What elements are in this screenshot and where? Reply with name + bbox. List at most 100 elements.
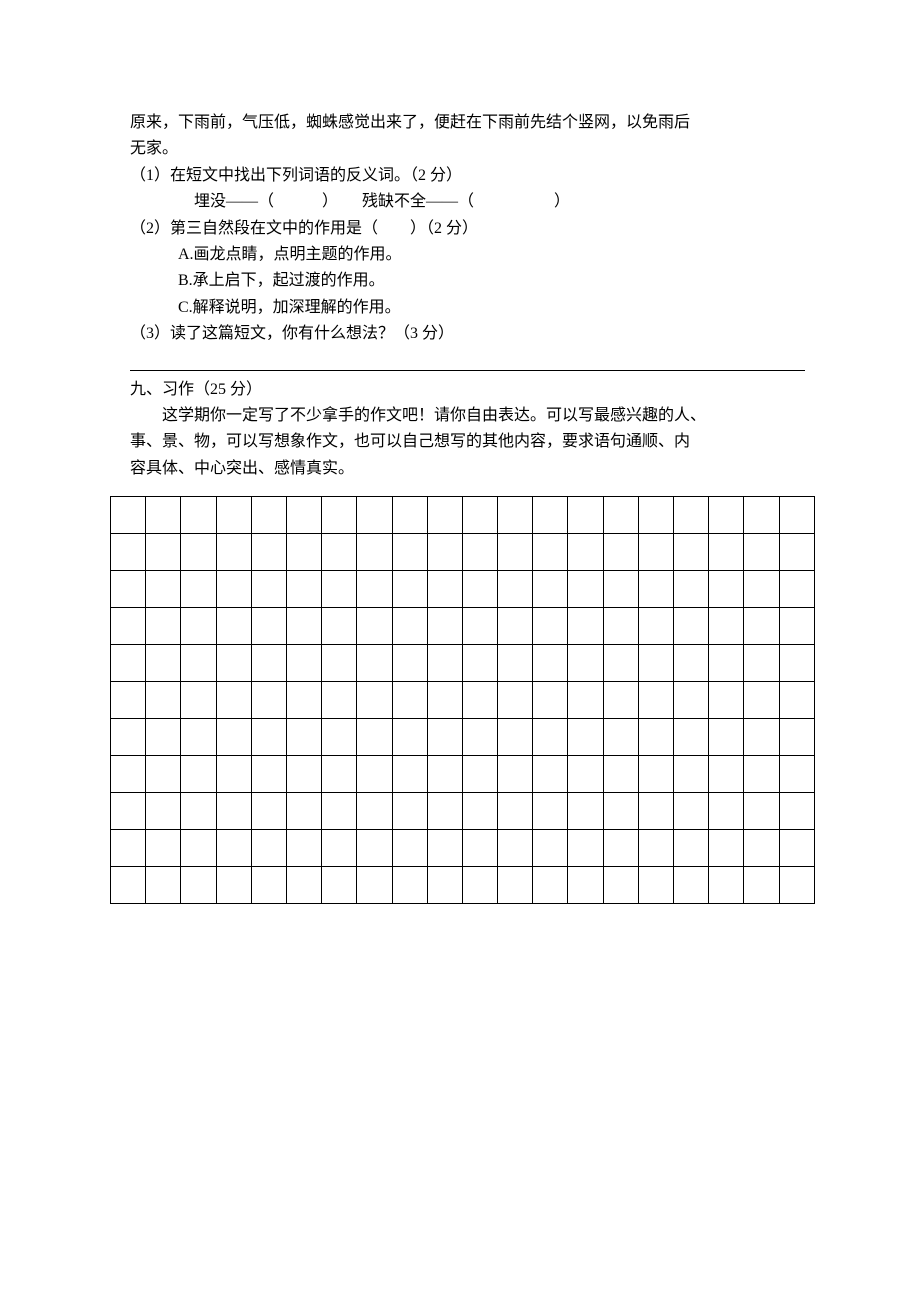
grid-cell[interactable] <box>462 830 497 867</box>
grid-cell[interactable] <box>392 830 427 867</box>
grid-cell[interactable] <box>709 719 744 756</box>
grid-cell[interactable] <box>533 682 568 719</box>
grid-cell[interactable] <box>674 608 709 645</box>
grid-cell[interactable] <box>181 571 216 608</box>
grid-cell[interactable] <box>709 793 744 830</box>
grid-cell[interactable] <box>744 793 779 830</box>
grid-cell[interactable] <box>462 645 497 682</box>
grid-cell[interactable] <box>427 793 462 830</box>
grid-cell[interactable] <box>357 756 392 793</box>
grid-cell[interactable] <box>251 719 286 756</box>
grid-cell[interactable] <box>392 682 427 719</box>
grid-cell[interactable] <box>111 571 146 608</box>
grid-cell[interactable] <box>392 756 427 793</box>
grid-cell[interactable] <box>251 534 286 571</box>
grid-cell[interactable] <box>251 497 286 534</box>
grid-cell[interactable] <box>603 497 638 534</box>
grid-cell[interactable] <box>181 682 216 719</box>
grid-cell[interactable] <box>251 830 286 867</box>
grid-cell[interactable] <box>779 719 814 756</box>
grid-cell[interactable] <box>322 719 357 756</box>
grid-cell[interactable] <box>111 645 146 682</box>
grid-cell[interactable] <box>568 719 603 756</box>
grid-cell[interactable] <box>674 830 709 867</box>
grid-cell[interactable] <box>286 719 321 756</box>
grid-cell[interactable] <box>779 867 814 904</box>
grid-cell[interactable] <box>216 645 251 682</box>
grid-cell[interactable] <box>286 756 321 793</box>
grid-cell[interactable] <box>779 571 814 608</box>
grid-cell[interactable] <box>638 682 673 719</box>
grid-cell[interactable] <box>603 756 638 793</box>
grid-cell[interactable] <box>744 867 779 904</box>
grid-cell[interactable] <box>638 867 673 904</box>
grid-cell[interactable] <box>603 534 638 571</box>
grid-cell[interactable] <box>357 497 392 534</box>
grid-cell[interactable] <box>568 793 603 830</box>
grid-cell[interactable] <box>427 756 462 793</box>
grid-cell[interactable] <box>357 719 392 756</box>
grid-cell[interactable] <box>779 793 814 830</box>
grid-cell[interactable] <box>709 867 744 904</box>
grid-cell[interactable] <box>603 682 638 719</box>
grid-cell[interactable] <box>392 719 427 756</box>
grid-cell[interactable] <box>392 571 427 608</box>
grid-cell[interactable] <box>286 497 321 534</box>
grid-cell[interactable] <box>533 645 568 682</box>
grid-cell[interactable] <box>427 497 462 534</box>
grid-cell[interactable] <box>498 793 533 830</box>
grid-cell[interactable] <box>216 497 251 534</box>
grid-cell[interactable] <box>498 719 533 756</box>
grid-cell[interactable] <box>216 571 251 608</box>
grid-cell[interactable] <box>638 608 673 645</box>
writing-grid[interactable] <box>110 496 815 904</box>
grid-cell[interactable] <box>744 571 779 608</box>
question-2-option-c[interactable]: C.解释说明，加深理解的作用。 <box>130 295 805 321</box>
grid-cell[interactable] <box>392 497 427 534</box>
grid-cell[interactable] <box>498 645 533 682</box>
grid-cell[interactable] <box>181 793 216 830</box>
question-2-option-a[interactable]: A.画龙点睛，点明主题的作用。 <box>130 242 805 268</box>
grid-cell[interactable] <box>357 682 392 719</box>
grid-cell[interactable] <box>146 719 181 756</box>
grid-cell[interactable] <box>357 867 392 904</box>
grid-cell[interactable] <box>181 830 216 867</box>
grid-cell[interactable] <box>744 682 779 719</box>
grid-cell[interactable] <box>568 682 603 719</box>
grid-cell[interactable] <box>322 830 357 867</box>
grid-cell[interactable] <box>146 571 181 608</box>
grid-cell[interactable] <box>568 571 603 608</box>
grid-cell[interactable] <box>251 756 286 793</box>
grid-cell[interactable] <box>638 534 673 571</box>
grid-cell[interactable] <box>779 756 814 793</box>
grid-cell[interactable] <box>286 645 321 682</box>
grid-cell[interactable] <box>181 867 216 904</box>
grid-cell[interactable] <box>709 645 744 682</box>
grid-cell[interactable] <box>251 608 286 645</box>
grid-cell[interactable] <box>498 571 533 608</box>
grid-cell[interactable] <box>357 645 392 682</box>
grid-cell[interactable] <box>462 719 497 756</box>
grid-cell[interactable] <box>462 793 497 830</box>
grid-cell[interactable] <box>427 534 462 571</box>
question-1-blanks[interactable]: 埋没——（ ） 残缺不全——（ ） <box>130 189 805 215</box>
grid-cell[interactable] <box>533 534 568 571</box>
grid-cell[interactable] <box>462 497 497 534</box>
grid-cell[interactable] <box>638 793 673 830</box>
grid-cell[interactable] <box>251 645 286 682</box>
grid-cell[interactable] <box>322 867 357 904</box>
grid-cell[interactable] <box>286 608 321 645</box>
grid-cell[interactable] <box>603 830 638 867</box>
grid-cell[interactable] <box>744 756 779 793</box>
grid-cell[interactable] <box>251 867 286 904</box>
grid-cell[interactable] <box>779 645 814 682</box>
grid-cell[interactable] <box>638 719 673 756</box>
grid-cell[interactable] <box>674 682 709 719</box>
grid-cell[interactable] <box>744 497 779 534</box>
grid-cell[interactable] <box>111 719 146 756</box>
grid-cell[interactable] <box>181 608 216 645</box>
grid-cell[interactable] <box>533 608 568 645</box>
grid-cell[interactable] <box>286 534 321 571</box>
grid-cell[interactable] <box>286 793 321 830</box>
grid-cell[interactable] <box>462 534 497 571</box>
